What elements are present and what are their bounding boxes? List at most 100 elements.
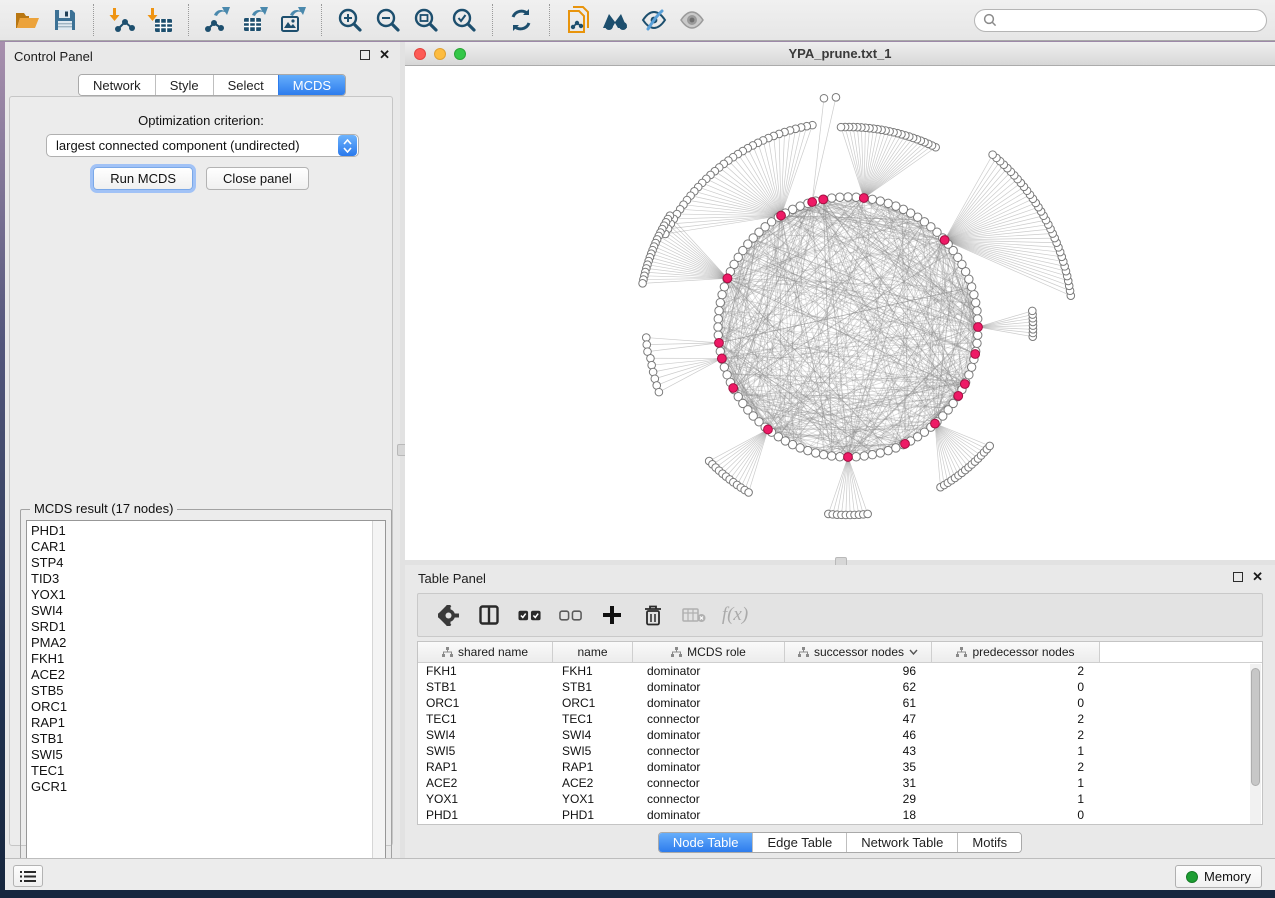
table-scrollbar-thumb[interactable] bbox=[1251, 668, 1260, 786]
export-network-icon[interactable] bbox=[198, 3, 236, 37]
close-panel-icon[interactable]: ✕ bbox=[1252, 572, 1263, 582]
open-file-icon[interactable] bbox=[8, 3, 46, 37]
table-cell: RAP1 bbox=[418, 759, 553, 775]
mcds-result-list[interactable]: PHD1CAR1STP4TID3YOX1SWI4SRD1PMA2FKH1ACE2… bbox=[26, 520, 386, 878]
show-all-icon[interactable] bbox=[673, 3, 711, 37]
tab-motifs[interactable]: Motifs bbox=[957, 833, 1021, 852]
list-item[interactable]: ACE2 bbox=[31, 667, 67, 683]
close-panel-button[interactable]: Close panel bbox=[206, 167, 309, 190]
new-column-icon[interactable] bbox=[600, 603, 624, 627]
mcds-result-title: MCDS result (17 nodes) bbox=[30, 501, 177, 516]
list-item[interactable]: STB5 bbox=[31, 683, 67, 699]
column-header-mcds-role[interactable]: MCDS role bbox=[633, 642, 785, 662]
criterion-select[interactable]: largest connected component (undirected) bbox=[46, 134, 359, 157]
zoom-out-icon[interactable] bbox=[369, 3, 407, 37]
tab-network-table[interactable]: Network Table bbox=[846, 833, 957, 852]
table-row[interactable]: STB1STB1dominator620 bbox=[418, 679, 1262, 695]
list-item[interactable]: ORC1 bbox=[31, 699, 67, 715]
tab-edge-table[interactable]: Edge Table bbox=[752, 833, 846, 852]
table-cell: 29 bbox=[785, 791, 932, 807]
import-network-icon[interactable] bbox=[103, 3, 141, 37]
show-columns-icon[interactable] bbox=[477, 603, 501, 627]
search-input[interactable] bbox=[1003, 13, 1258, 27]
list-item[interactable]: YOX1 bbox=[31, 587, 67, 603]
table-scrollbar[interactable] bbox=[1250, 664, 1261, 825]
list-item[interactable]: RAP1 bbox=[31, 715, 67, 731]
table-cell: SWI4 bbox=[418, 727, 553, 743]
save-session-icon[interactable] bbox=[46, 3, 84, 37]
select-all-icon[interactable] bbox=[518, 603, 542, 627]
delete-columns-icon[interactable] bbox=[641, 603, 665, 627]
list-item[interactable]: GCR1 bbox=[31, 779, 67, 795]
function-builder-icon[interactable]: f(x) bbox=[723, 603, 747, 627]
list-item[interactable]: PHD1 bbox=[31, 523, 67, 539]
network-canvas[interactable] bbox=[405, 66, 1275, 560]
list-item[interactable]: TID3 bbox=[31, 571, 67, 587]
table-mode-icon[interactable] bbox=[436, 603, 460, 627]
tab-node-table[interactable]: Node Table bbox=[659, 833, 753, 852]
table-cell: dominator bbox=[633, 759, 785, 775]
close-panel-icon[interactable]: ✕ bbox=[379, 50, 390, 60]
list-item[interactable]: STB1 bbox=[31, 731, 67, 747]
list-item[interactable]: STP4 bbox=[31, 555, 67, 571]
table-cell: ACE2 bbox=[553, 775, 633, 791]
table-row[interactable]: FKH1FKH1dominator962 bbox=[418, 663, 1262, 679]
zoom-in-icon[interactable] bbox=[331, 3, 369, 37]
table-row[interactable]: YOX1YOX1connector291 bbox=[418, 791, 1262, 807]
list-item[interactable]: CAR1 bbox=[31, 539, 67, 555]
table-row[interactable]: ORC1ORC1dominator610 bbox=[418, 695, 1262, 711]
table-row[interactable]: ACE2ACE2connector311 bbox=[418, 775, 1262, 791]
table-cell: RAP1 bbox=[553, 759, 633, 775]
list-item[interactable]: FKH1 bbox=[31, 651, 67, 667]
first-neighbors-icon[interactable] bbox=[597, 3, 635, 37]
run-mcds-button[interactable]: Run MCDS bbox=[93, 167, 193, 190]
column-header-name[interactable]: name bbox=[553, 642, 633, 662]
import-table-icon[interactable] bbox=[141, 3, 179, 37]
tab-mcds[interactable]: MCDS bbox=[278, 75, 345, 95]
network-from-selection-icon[interactable] bbox=[559, 3, 597, 37]
tab-network[interactable]: Network bbox=[79, 75, 155, 95]
node-table[interactable]: shared name name MCDS role successor nod… bbox=[417, 641, 1263, 825]
table-row[interactable]: TEC1TEC1connector472 bbox=[418, 711, 1262, 727]
control-panel-tabs: Network Style Select MCDS bbox=[78, 74, 346, 96]
list-item[interactable]: SRD1 bbox=[31, 619, 67, 635]
column-header-shared-name[interactable]: shared name bbox=[418, 642, 553, 662]
task-history-button[interactable] bbox=[13, 865, 43, 887]
float-panel-icon[interactable] bbox=[360, 50, 370, 60]
zoom-selected-icon[interactable] bbox=[445, 3, 483, 37]
table-row[interactable]: RAP1RAP1dominator352 bbox=[418, 759, 1262, 775]
table-row[interactable]: SWI5SWI5connector431 bbox=[418, 743, 1262, 759]
delete-table-icon[interactable] bbox=[682, 603, 706, 627]
table-cell: ORC1 bbox=[418, 695, 553, 711]
table-cell: 47 bbox=[785, 711, 932, 727]
table-cell: PHD1 bbox=[418, 807, 553, 823]
search-box[interactable] bbox=[974, 9, 1267, 32]
table-cell: dominator bbox=[633, 679, 785, 695]
list-item[interactable]: TEC1 bbox=[31, 763, 67, 779]
memory-button[interactable]: Memory bbox=[1175, 865, 1262, 888]
export-table-icon[interactable] bbox=[236, 3, 274, 37]
column-header-predecessor-nodes[interactable]: predecessor nodes bbox=[932, 642, 1100, 662]
zoom-fit-icon[interactable] bbox=[407, 3, 445, 37]
list-item[interactable]: SWI4 bbox=[31, 603, 67, 619]
select-stepper-icon bbox=[338, 135, 357, 156]
table-row[interactable]: SWI4SWI4dominator462 bbox=[418, 727, 1262, 743]
table-cell: 96 bbox=[785, 663, 932, 679]
table-cell: TEC1 bbox=[553, 711, 633, 727]
apply-layout-icon[interactable] bbox=[502, 3, 540, 37]
table-cell: 43 bbox=[785, 743, 932, 759]
tab-select[interactable]: Select bbox=[213, 75, 278, 95]
network-window-titlebar[interactable]: YPA_prune.txt_1 bbox=[405, 42, 1275, 66]
table-row[interactable]: PHD1PHD1dominator180 bbox=[418, 807, 1262, 823]
hide-selected-icon[interactable] bbox=[635, 3, 673, 37]
table-cell: SWI4 bbox=[553, 727, 633, 743]
export-image-icon[interactable] bbox=[274, 3, 312, 37]
float-panel-icon[interactable] bbox=[1233, 572, 1243, 582]
list-scrollbar[interactable] bbox=[372, 521, 385, 877]
list-item[interactable]: SWI5 bbox=[31, 747, 67, 763]
control-panel: Control Panel ✕ Network Style Select MCD… bbox=[5, 42, 400, 858]
clear-selection-icon[interactable] bbox=[559, 603, 583, 627]
column-header-successor-nodes[interactable]: successor nodes bbox=[785, 642, 932, 662]
list-item[interactable]: PMA2 bbox=[31, 635, 67, 651]
tab-style[interactable]: Style bbox=[155, 75, 213, 95]
